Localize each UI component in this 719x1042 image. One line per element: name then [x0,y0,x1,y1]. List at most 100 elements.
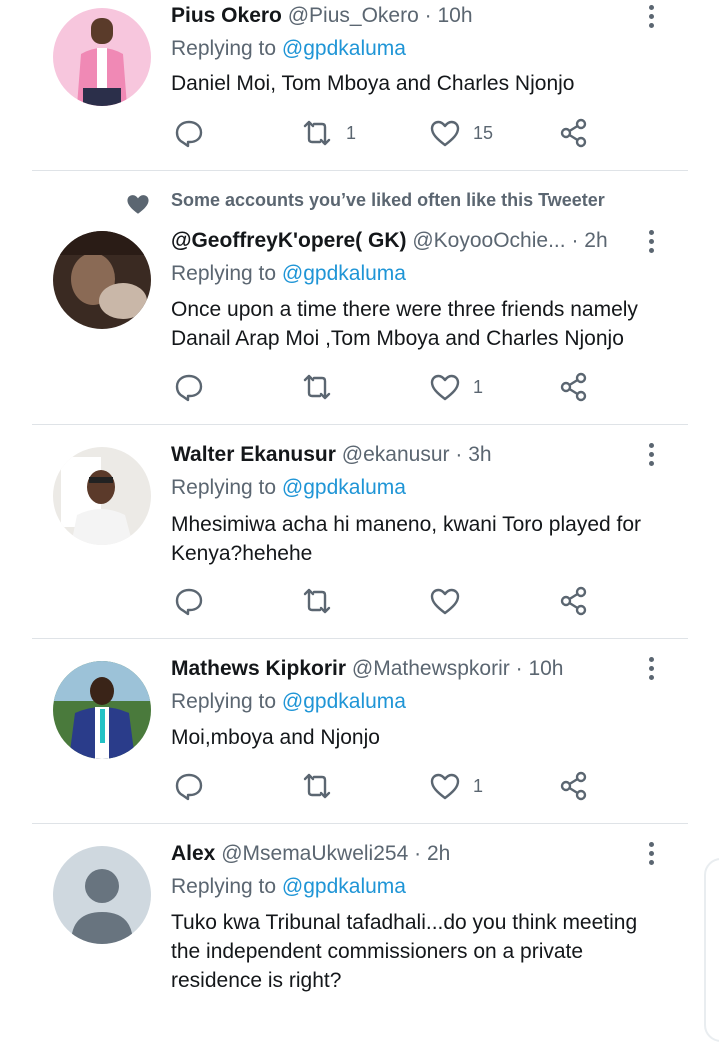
tweet-alex[interactable]: Alex @MsemaUkweli254 · 2h Replying to @g… [0,824,719,1021]
mention-link[interactable]: @gpdkaluma [282,476,406,499]
user-handle[interactable]: @KoyooOchie... [412,229,565,252]
mention-link[interactable]: @gpdkaluma [282,875,406,898]
reply-button[interactable] [173,116,205,150]
mention-link[interactable]: @gpdkaluma [282,37,406,60]
share-icon [560,771,587,801]
timestamp[interactable]: 10h [437,4,472,27]
like-icon [430,120,460,147]
share-button[interactable] [558,116,590,150]
like-count: 1 [473,775,484,796]
like-icon [430,773,460,800]
share-icon [560,586,587,616]
separator-dot: · [515,657,523,680]
like-count: 15 [473,122,494,143]
tweet-header: Alex @MsemaUkweli254 · 2h [171,842,450,866]
tweet-mathews-kipkorir[interactable]: Mathews Kipkorir @Mathewspkorir · 10h Re… [0,639,719,823]
display-name[interactable]: Alex [171,842,215,865]
replying-to: Replying to @gpdkaluma [171,476,406,500]
tweet-text: Mhesimiwa acha hi maneno, kwani Toro pla… [171,513,642,565]
replying-to: Replying to @gpdkaluma [171,875,406,899]
like-icon [430,374,460,401]
timestamp[interactable]: 2h [427,842,450,865]
avatar[interactable] [53,661,151,759]
replying-to-label: Replying to [171,476,277,499]
reply-button[interactable] [173,769,205,803]
tweet-header: Walter Ekanusur @ekanusur · 3h [171,443,492,467]
reply-icon [175,588,203,616]
tweet-pius-okero[interactable]: Pius Okero @Pius_Okero · 10h Replying to… [0,0,719,170]
tweet-text: Once upon a time there were three friend… [171,298,638,350]
tweet-text: Daniel Moi, Tom Mboya and Charles Njonjo [171,72,575,95]
retweet-button[interactable] [300,370,346,404]
floating-panel-edge [704,858,719,1042]
retweet-icon [303,374,331,400]
tweet-header: Pius Okero @Pius_Okero · 10h [171,4,473,28]
replying-to: Replying to @gpdkaluma [171,690,406,714]
retweet-button[interactable] [300,769,346,803]
avatar[interactable] [53,8,151,106]
retweet-count: 1 [346,122,357,143]
social-context: Some accounts you’ve liked often like th… [171,190,605,210]
avatar[interactable] [53,447,151,545]
display-name[interactable]: Pius Okero [171,4,282,27]
heart-context-icon [127,195,149,214]
more-icon[interactable] [643,443,659,469]
retweet-icon [303,588,331,614]
action-bar [0,584,719,618]
like-icon [430,588,460,615]
tweet-walter-ekanusur[interactable]: Walter Ekanusur @ekanusur · 3h Replying … [0,425,719,638]
separator-dot: · [414,842,422,865]
like-button[interactable]: 1 [429,769,483,803]
tweet-geoffrey[interactable]: Some accounts you’ve liked often like th… [0,171,719,424]
user-handle[interactable]: @Mathewspkorir [352,657,510,680]
more-icon[interactable] [643,5,659,31]
retweet-button[interactable] [300,584,346,618]
replying-to-label: Replying to [171,262,277,285]
more-icon[interactable] [643,657,659,683]
user-handle[interactable]: @MsemaUkweli254 [221,842,408,865]
avatar[interactable] [53,846,151,944]
timestamp[interactable]: 10h [528,657,563,680]
share-icon [560,372,587,402]
share-button[interactable] [558,584,590,618]
like-button[interactable]: 15 [429,116,493,150]
replying-to: Replying to @gpdkaluma [171,37,406,61]
replying-to: Replying to @gpdkaluma [171,262,406,286]
tweet-header: Mathews Kipkorir @Mathewspkorir · 10h [171,657,563,681]
like-button[interactable]: 1 [429,370,483,404]
separator-dot: · [455,443,463,466]
reply-icon [175,374,203,402]
like-count: 1 [473,376,484,397]
display-name[interactable]: Walter Ekanusur [171,443,336,466]
tweet-header: @GeoffreyK'opere( GK) @KoyooOchie... · 2… [171,229,608,253]
share-icon [560,118,587,148]
reply-button[interactable] [173,370,205,404]
reply-button[interactable] [173,584,205,618]
tweet-text: Tuko kwa Tribunal tafadhali...do you thi… [171,911,638,992]
avatar[interactable] [53,231,151,329]
more-icon[interactable] [643,842,659,868]
timestamp[interactable]: 2h [584,229,607,252]
retweet-icon [303,120,331,146]
tweet-text: Moi,mboya and Njonjo [171,726,380,749]
like-button[interactable] [429,584,473,618]
retweet-icon [303,773,331,799]
share-button[interactable] [558,370,590,404]
display-name[interactable]: @GeoffreyK'opere( GK) [171,229,407,252]
replying-to-label: Replying to [171,690,277,713]
separator-dot: · [424,4,432,27]
more-icon[interactable] [643,230,659,256]
user-handle[interactable]: @ekanusur [342,443,450,466]
mention-link[interactable]: @gpdkaluma [282,262,406,285]
action-bar: 1 [0,769,719,803]
user-handle[interactable]: @Pius_Okero [288,4,419,27]
replying-to-label: Replying to [171,875,277,898]
action-bar: 1 [0,370,719,404]
mention-link[interactable]: @gpdkaluma [282,690,406,713]
display-name[interactable]: Mathews Kipkorir [171,657,346,680]
timestamp[interactable]: 3h [468,443,491,466]
action-bar: 1 15 [0,116,719,150]
share-button[interactable] [558,769,590,803]
retweet-button[interactable]: 1 [300,116,356,150]
replying-to-label: Replying to [171,37,277,60]
